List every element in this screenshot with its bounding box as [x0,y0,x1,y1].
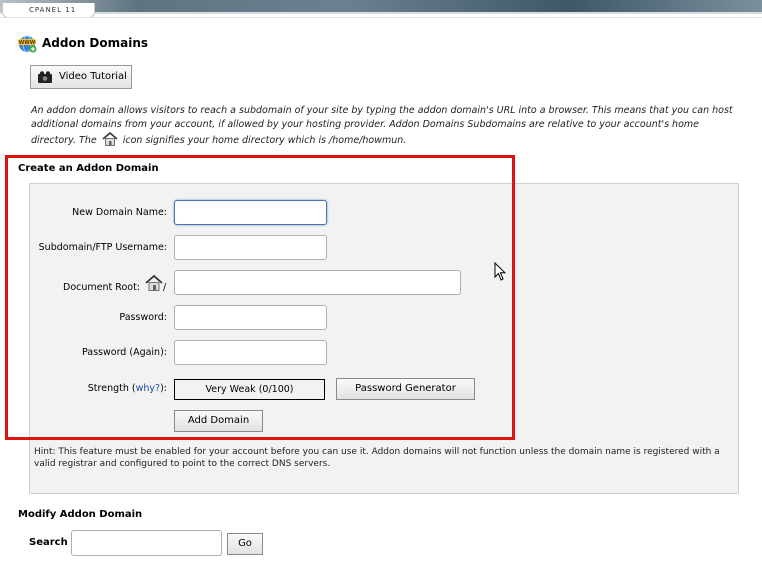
video-camera-icon [38,71,52,83]
password-again-input[interactable] [174,340,327,365]
go-button[interactable]: Go [227,533,263,555]
password-label: Password: [119,312,167,323]
svg-text:WWW: WWW [19,40,36,46]
search-label: Search [29,537,68,548]
new-domain-input[interactable] [174,200,327,225]
top-banner-strip [0,12,762,14]
home-icon [145,275,163,291]
home-icon [102,132,118,146]
description-text-2: icon signifies your home directory which… [122,135,407,146]
search-input[interactable] [71,530,222,556]
breadcrumb-label: CPANEL 11 [29,6,77,14]
modify-section-title: Modify Addon Domain [18,509,143,520]
header-divider [0,17,762,18]
hint-text: Hint: This feature must be enabled for y… [34,447,720,469]
add-domain-button[interactable]: Add Domain [174,410,263,432]
subdomain-input[interactable] [174,235,327,260]
subdomain-label: Subdomain/FTP Username: [38,242,167,253]
document-root-input[interactable] [174,270,461,295]
top-banner [0,0,762,12]
strength-suffix: ): [160,383,167,394]
strength-meter: Very Weak (0/100) [174,379,325,400]
mouse-cursor-icon [494,262,506,281]
strength-why-link[interactable]: why? [136,383,160,394]
breadcrumb[interactable]: CPANEL 11 [2,3,96,18]
video-tutorial-label: Video Tutorial [59,71,127,82]
www-globe-icon: WWW [18,35,37,53]
video-tutorial-button[interactable]: Video Tutorial [30,65,132,89]
document-root-slash: / [163,282,167,293]
create-section-title: Create an Addon Domain [18,163,159,174]
document-root-label: Document Root: [63,282,140,293]
strength-prefix: Strength ( [87,383,136,394]
page-title: Addon Domains [42,36,149,50]
new-domain-label: New Domain Name: [72,207,167,218]
page-description: An addon domain allows visitors to reach… [31,104,741,148]
password-generator-button[interactable]: Password Generator [336,378,475,400]
password-input[interactable] [174,305,327,330]
strength-label: Strength (why?): [7,382,167,396]
password-again-label: Password (Again): [81,347,167,358]
